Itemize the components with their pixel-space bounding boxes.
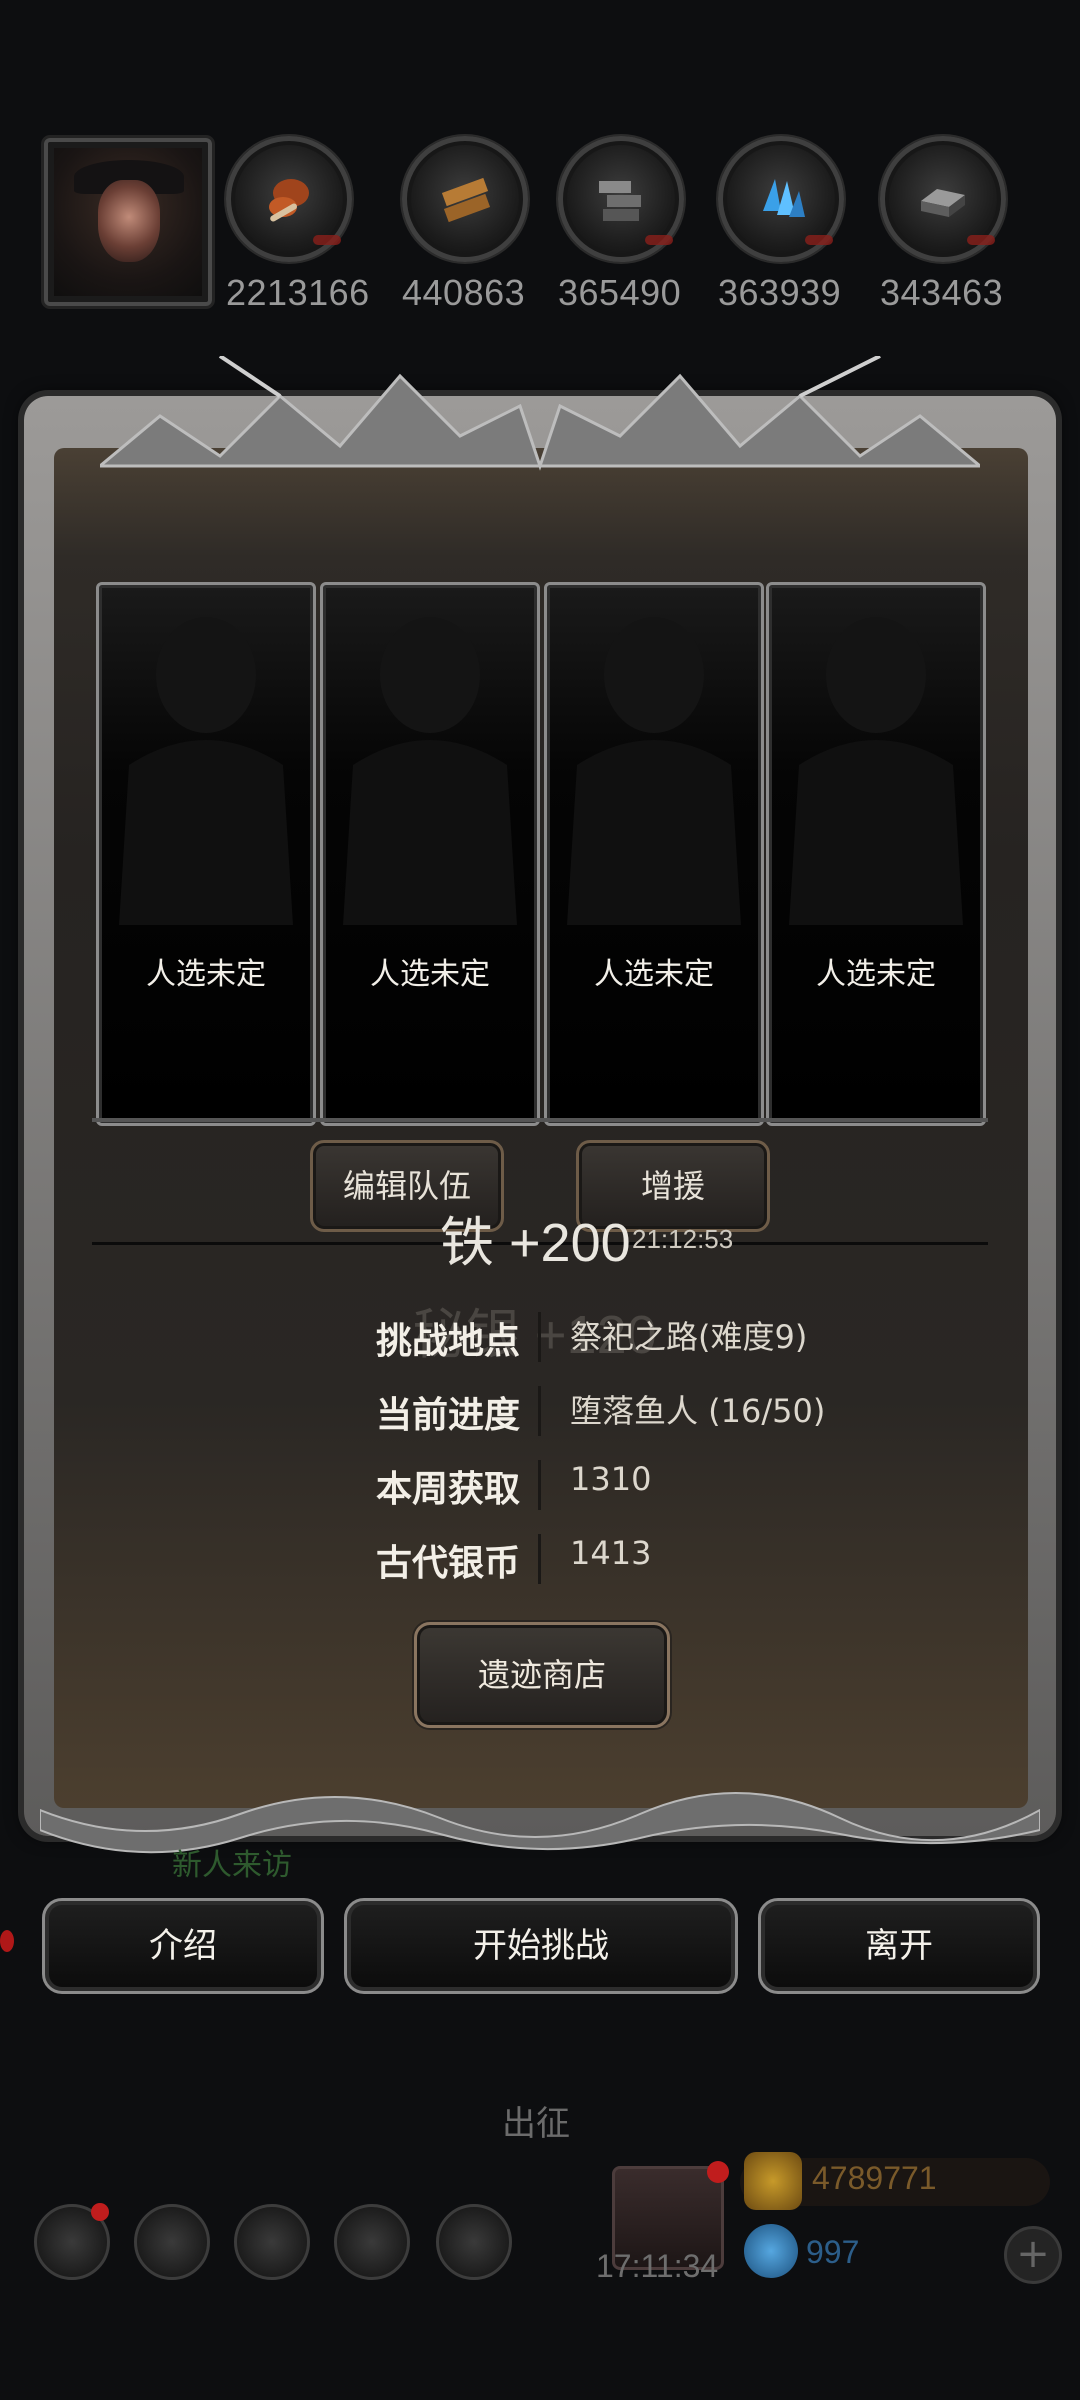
hero-slot-label: 人选未定 xyxy=(594,957,714,992)
row-separator xyxy=(538,1312,541,1362)
iron-value: 343463 xyxy=(880,272,1004,313)
crystal-value: 363939 xyxy=(718,272,842,313)
iron-icon xyxy=(921,189,965,217)
resource-iron: 343463 xyxy=(880,136,1006,314)
visitor-text: 新人来访 xyxy=(172,1848,292,1883)
notification-dot xyxy=(0,1930,14,1952)
coin-key: 古代银币 xyxy=(375,1543,520,1584)
crystal-icon xyxy=(763,179,805,217)
silhouette-icon xyxy=(567,617,741,925)
gem-icon xyxy=(744,2224,798,2278)
gem-value: 997 xyxy=(806,2234,860,2270)
intro-button[interactable]: 介绍 xyxy=(42,1898,324,1994)
location-value: 祭祀之路(难度9) xyxy=(570,1318,808,1356)
refresh-timer: 21:12:53 xyxy=(632,1224,734,1254)
clock-text: 17:11:34 xyxy=(596,2248,719,2284)
hero-slot-label: 人选未定 xyxy=(816,957,936,992)
progress-value: 堕落鱼人 (16/50) xyxy=(570,1392,826,1430)
stone-value: 365490 xyxy=(558,272,682,313)
hero-icon[interactable] xyxy=(134,2204,210,2280)
resource-crystal: 363939 xyxy=(718,136,844,314)
progress-key: 当前进度 xyxy=(375,1395,520,1436)
hero-slot-1[interactable]: 人选未定 xyxy=(96,582,316,1126)
weekly-key: 本周获取 xyxy=(375,1469,520,1510)
mail-icon[interactable] xyxy=(334,2204,410,2280)
hero-slot-2[interactable]: 人选未定 xyxy=(320,582,540,1126)
weekly-value: 1310 xyxy=(570,1460,652,1498)
add-currency-button[interactable]: + xyxy=(1004,2226,1062,2284)
row-separator xyxy=(538,1386,541,1436)
hero-slot-label: 人选未定 xyxy=(146,957,266,992)
coin-value: 1413 xyxy=(570,1534,652,1572)
frame-ornament-top xyxy=(100,356,980,471)
hero-slot-label: 人选未定 xyxy=(370,957,490,992)
wood-value: 440863 xyxy=(402,272,526,313)
resource-stone: 365490 xyxy=(558,136,684,314)
stone-icon xyxy=(599,181,641,221)
player-avatar[interactable] xyxy=(44,138,212,306)
leave-button[interactable]: 离开 xyxy=(758,1898,1040,1994)
silhouette-icon xyxy=(343,617,517,925)
iron-gain-text: 铁 +200 xyxy=(440,1213,631,1273)
hero-slot-4[interactable]: 人选未定 xyxy=(766,582,986,1126)
resource-meat: 2213166 xyxy=(226,136,370,314)
hero-slot-3[interactable]: 人选未定 xyxy=(544,582,764,1126)
meat-value: 2213166 xyxy=(226,272,370,313)
guild-icon[interactable] xyxy=(234,2204,310,2280)
depart-label[interactable]: 出征 xyxy=(502,2096,570,2145)
gold-value: 4789771 xyxy=(812,2160,937,2196)
start-challenge-button[interactable]: 开始挑战 xyxy=(344,1898,738,1994)
wood-icon xyxy=(441,177,491,223)
resource-wood: 440863 xyxy=(402,136,528,314)
meat-icon xyxy=(269,179,309,222)
cards-divider xyxy=(92,1118,988,1122)
silhouette-icon xyxy=(789,617,963,925)
relic-shop-button[interactable]: 遗迹商店 xyxy=(414,1622,670,1728)
settings-icon[interactable] xyxy=(34,2203,110,2280)
map-icon[interactable] xyxy=(436,2204,512,2280)
row-separator xyxy=(538,1460,541,1510)
location-key: 挑战地点 xyxy=(375,1321,520,1362)
silhouette-icon xyxy=(119,617,293,925)
gold-icon xyxy=(744,2152,802,2210)
row-separator xyxy=(538,1534,541,1584)
